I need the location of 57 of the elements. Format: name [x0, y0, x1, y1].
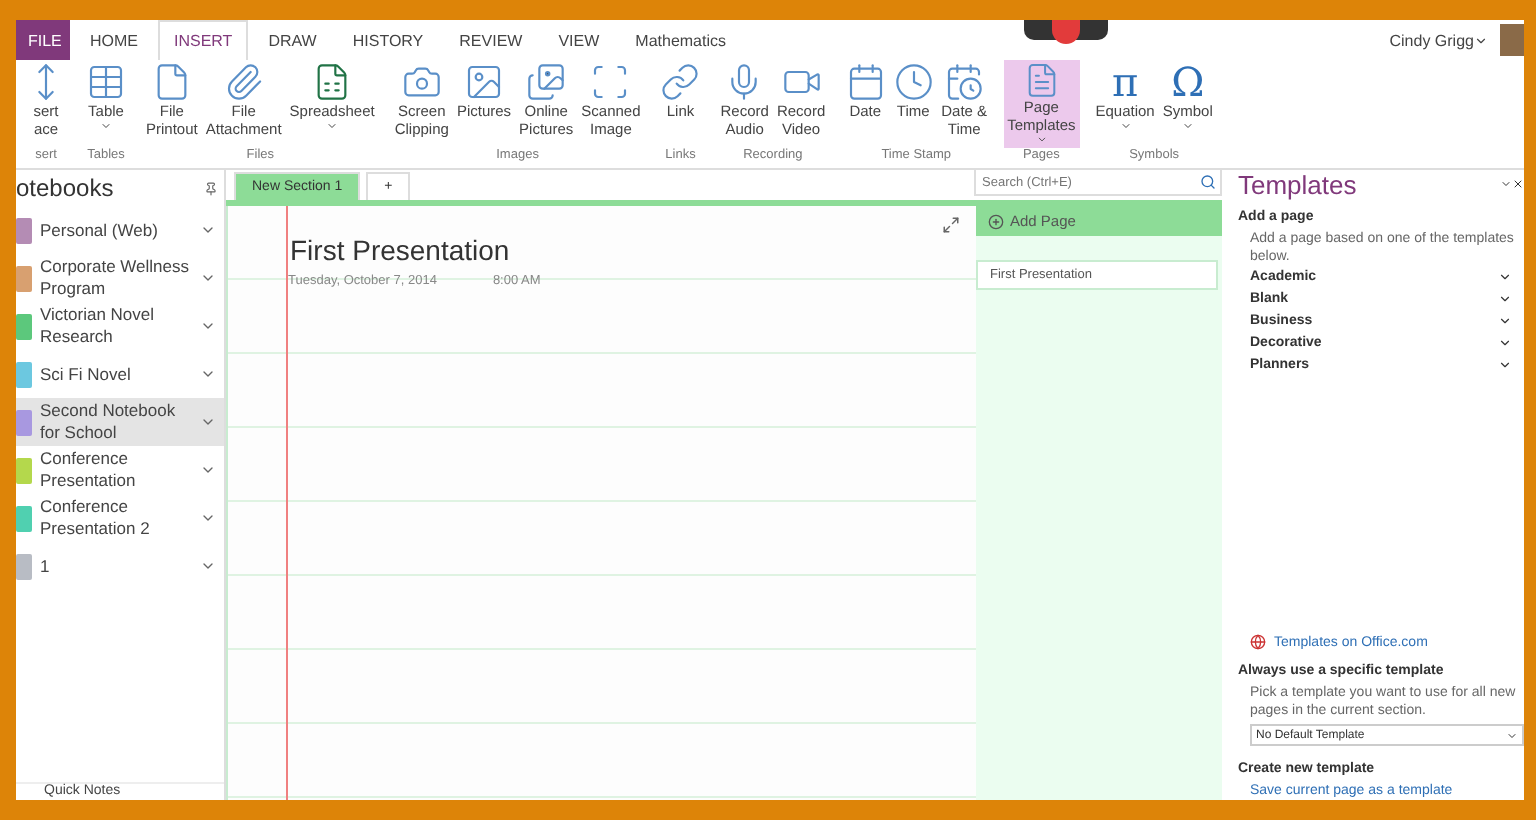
- plus-icon: [988, 213, 1004, 229]
- notebook-item[interactable]: Victorian Novel Research: [16, 302, 224, 350]
- chevron-icon[interactable]: [200, 558, 216, 574]
- pictures-icon: [526, 62, 567, 102]
- chevron-icon[interactable]: [200, 462, 216, 478]
- ribbon-tab[interactable]: DRAW: [252, 20, 333, 60]
- notebook-name: Corporate Wellness Program: [40, 256, 191, 300]
- page-title: First Presentation: [290, 234, 512, 266]
- camera-icon: [401, 62, 442, 102]
- search-icon[interactable]: [1200, 174, 1216, 190]
- chevron-icon[interactable]: [200, 270, 216, 286]
- chevron-icon[interactable]: [200, 414, 216, 430]
- file-tab[interactable]: FILE: [16, 20, 70, 60]
- calendar-icon: [845, 62, 886, 102]
- caret-icon[interactable]: [1473, 33, 1488, 47]
- ribbon-tab[interactable]: INSERT: [158, 20, 249, 60]
- notebook-name: Personal (Web): [40, 219, 160, 241]
- pane-title: Templates: [1238, 170, 1357, 200]
- notebook-item[interactable]: 1: [16, 542, 224, 590]
- symbol-glyph: π: [1111, 62, 1139, 102]
- notebooks-title: otebooks: [16, 174, 114, 202]
- pin-icon[interactable]: [204, 181, 218, 195]
- ribbon-tab[interactable]: HOME: [74, 20, 154, 60]
- calendar-clock-icon: [944, 62, 985, 102]
- expand-icon[interactable]: [942, 216, 960, 234]
- avatar-placeholder: [1499, 24, 1524, 56]
- chevron-icon[interactable]: [200, 222, 216, 238]
- notebook-item[interactable]: Second Notebook for School: [16, 398, 224, 446]
- picture-icon: [464, 62, 504, 102]
- notebook-item[interactable]: Personal (Web): [16, 206, 224, 254]
- caret-icon: [1506, 729, 1518, 741]
- ribbon-tab[interactable]: VIEW: [542, 20, 616, 60]
- notebook-name: Conference Presentation 2: [40, 496, 152, 540]
- notebook-name: 1: [40, 555, 52, 577]
- paperclip-icon: [223, 62, 264, 102]
- recorder-widget[interactable]: [1023, 20, 1108, 40]
- notebook-item[interactable]: Conference Presentation 2: [16, 494, 224, 542]
- globe-icon: [1250, 634, 1266, 650]
- notebook-name: Sci Fi Novel: [40, 363, 133, 385]
- notebook-name: Second Notebook for School: [40, 400, 178, 444]
- symbol-glyph: Ω: [1171, 62, 1205, 102]
- notebook-name: Conference Presentation: [40, 448, 138, 492]
- notebook-name: Victorian Novel Research: [40, 304, 157, 348]
- clock-icon: [893, 62, 934, 102]
- notebook-item[interactable]: Corporate Wellness Program: [16, 254, 224, 302]
- ribbon-tab[interactable]: HISTORY: [336, 20, 440, 60]
- chevron-icon[interactable]: [200, 510, 216, 526]
- chevron-icon[interactable]: [200, 366, 216, 382]
- user-name[interactable]: Cindy Grigg: [1389, 20, 1488, 60]
- chevron-icon[interactable]: [200, 318, 216, 334]
- close-icon[interactable]: [1512, 177, 1524, 189]
- ribbon-tab[interactable]: REVIEW: [443, 20, 539, 60]
- notebook-item[interactable]: Conference Presentation: [16, 446, 224, 494]
- table-icon: [86, 62, 126, 102]
- ribbon-tab[interactable]: Mathematics: [619, 20, 743, 60]
- link-icon: [660, 62, 701, 102]
- notebook-item[interactable]: Sci Fi Novel: [16, 350, 224, 398]
